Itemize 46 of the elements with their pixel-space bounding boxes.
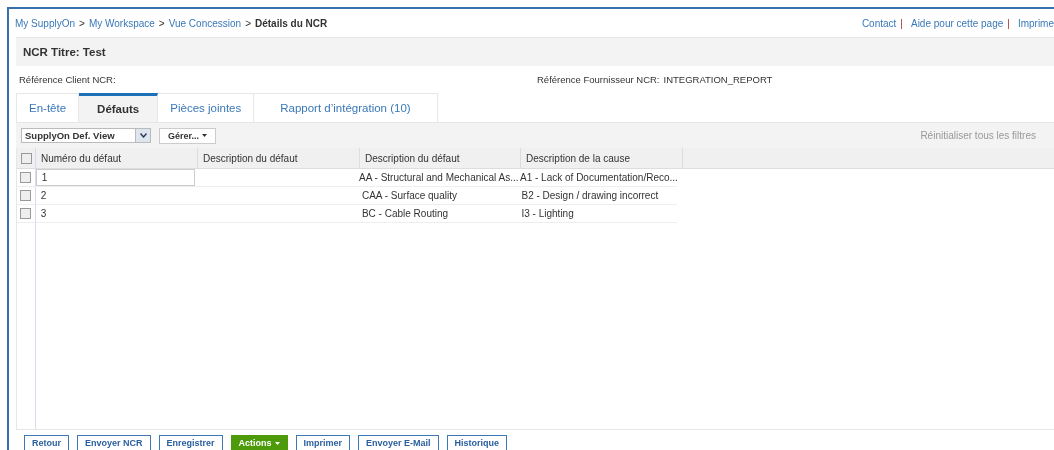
tab[interactable]: Rapport d’intégration (10) [254, 93, 438, 122]
link-divider: | [1007, 17, 1010, 29]
client-reference-label: Référence Client NCR: [19, 73, 117, 85]
tab[interactable]: Défauts [79, 93, 159, 122]
view-dropdown[interactable]: SupplyOn Def. View [21, 128, 151, 143]
manage-button[interactable]: Gérer... [159, 127, 217, 144]
table-cell-text: BC - Cable Routing [360, 207, 450, 221]
table-cell-text: CAA - Surface quality [360, 189, 458, 203]
action-button[interactable]: Retour [24, 435, 69, 450]
supplier-reference-label: Référence Fournisseur NCR: [537, 73, 660, 85]
header-link[interactable]: Contact [861, 17, 897, 29]
action-button[interactable]: Historique [446, 435, 508, 450]
caret-icon [274, 441, 280, 445]
table-cell-text: 2 [39, 189, 48, 203]
column-header[interactable]: Description du défaut [198, 148, 360, 168]
breadcrumb-current: Détails du NCR [254, 17, 328, 29]
table-cell: 1 [35, 169, 195, 186]
link-divider: | [900, 17, 903, 29]
column-header[interactable]: Description de la cause [521, 148, 683, 168]
breadcrumb-link[interactable]: Vue Concession [168, 17, 242, 29]
supplier-reference-value: INTEGRATION_REPORT [663, 73, 773, 85]
breadcrumb-link[interactable]: My SupplyOn [15, 17, 76, 29]
caret-icon [202, 134, 208, 137]
action-button[interactable]: Envoyer E-Mail [358, 435, 439, 450]
select-all-checkbox[interactable] [20, 152, 32, 164]
row-checkbox[interactable] [20, 208, 32, 219]
breadcrumb-separator: > [245, 17, 251, 29]
table-cell-text: 3 [39, 207, 48, 221]
tab[interactable]: Pièces jointes [158, 93, 255, 122]
table-cell-text: B2 - Design / drawing incorrect [520, 189, 660, 203]
header-link[interactable]: Imprime [1017, 17, 1054, 29]
action-button[interactable]: Envoyer NCR [77, 435, 151, 450]
row-checkbox[interactable] [20, 172, 32, 183]
page-title: NCR Titre: Test [23, 46, 106, 58]
row-checkbox[interactable] [20, 190, 32, 201]
column-header[interactable]: Description du défaut [360, 148, 521, 168]
breadcrumb-separator: > [79, 17, 85, 29]
chevron-down-icon [139, 133, 147, 138]
breadcrumb-link[interactable]: My Workspace [88, 17, 155, 29]
breadcrumb-separator: > [158, 17, 165, 29]
action-button[interactable]: Enregistrer [158, 435, 223, 450]
action-button[interactable]: Imprimer [295, 435, 351, 450]
table-cell-text: I3 - Lighting [520, 207, 575, 221]
actions-menu-button[interactable]: Actions [230, 435, 288, 450]
header-link[interactable]: Aide pour cette page [910, 17, 1004, 29]
column-header[interactable]: Numéro du défaut [36, 148, 198, 168]
